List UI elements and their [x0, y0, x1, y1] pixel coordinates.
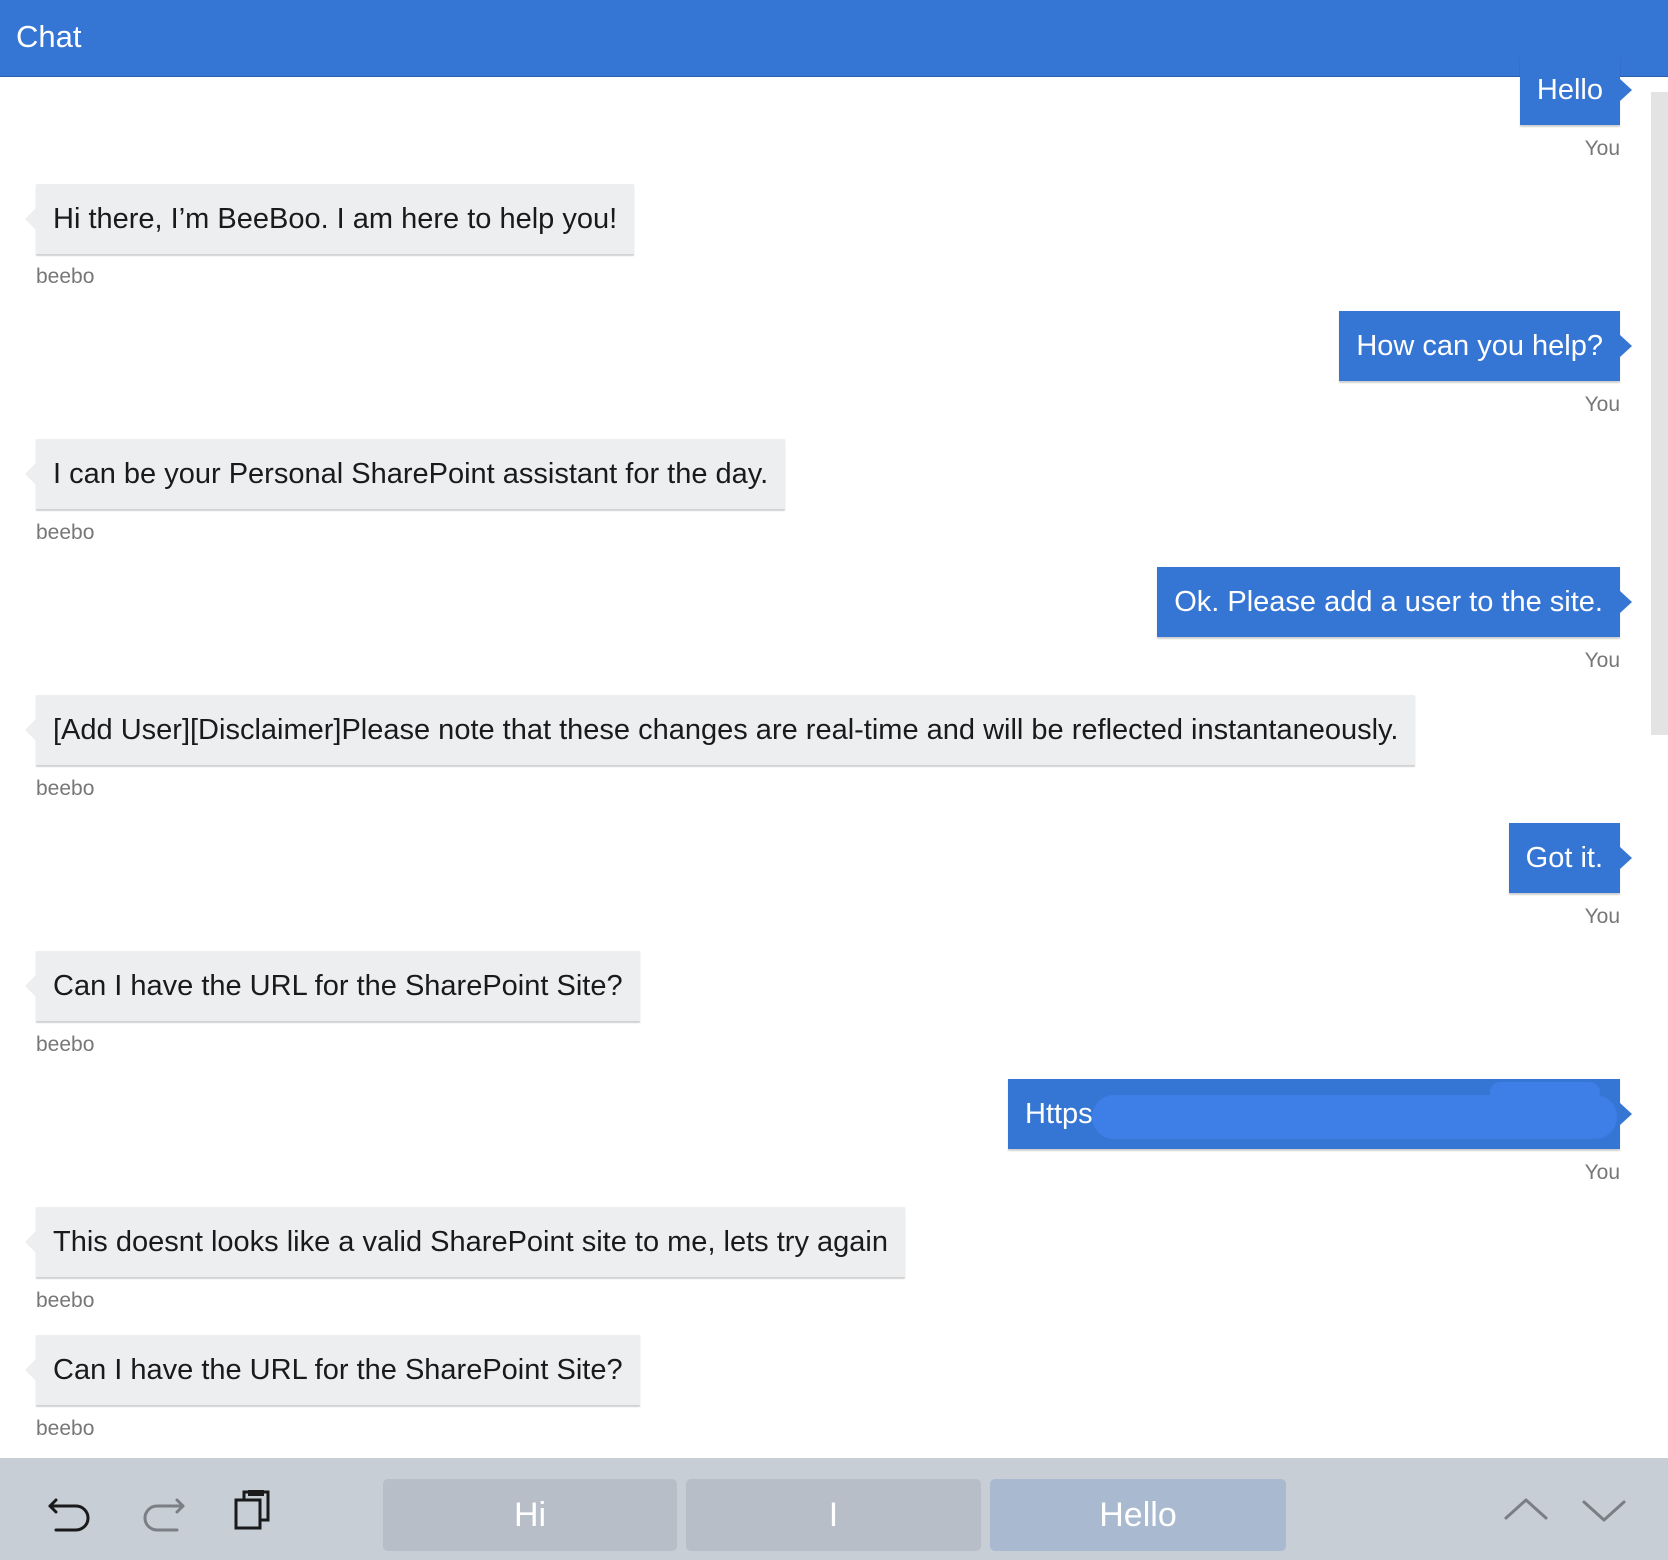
sender-label: You	[1584, 649, 1620, 672]
sender-label: beebo	[36, 1033, 95, 1056]
clipboard-icon[interactable]	[232, 1486, 280, 1534]
sender-label: You	[1584, 393, 1620, 416]
suggestion-label: Hello	[1099, 1496, 1177, 1534]
user-message-bubble: Ok. Please add a user to the site.	[1157, 567, 1632, 637]
sender-label: You	[1584, 137, 1620, 160]
sender-label: beebo	[36, 521, 95, 544]
message-text: I can be your Personal SharePoint assist…	[53, 458, 769, 490]
sender-label: You	[1584, 1161, 1620, 1184]
message-text: Ok. Please add a user to the site.	[1174, 586, 1603, 618]
bot-message-bubble: This doesnt looks like a valid SharePoin…	[25, 1207, 905, 1277]
sender-label: You	[1584, 905, 1620, 928]
sender-label: beebo	[36, 1289, 95, 1312]
scrollbar[interactable]	[1651, 92, 1668, 735]
user-message-bubble: Hello	[1519, 55, 1633, 125]
redo-icon[interactable]	[139, 1486, 187, 1534]
suggestion-i[interactable]: I	[686, 1479, 981, 1551]
undo-icon[interactable]	[46, 1486, 94, 1534]
message-text: [Add User][Disclaimer]Please note that t…	[53, 714, 1399, 746]
bot-message-bubble: Can I have the URL for the SharePoint Si…	[25, 1335, 640, 1405]
suggestion-hi[interactable]: Hi	[383, 1479, 677, 1551]
sender-label: beebo	[36, 265, 95, 288]
message-text: This doesnt looks like a valid SharePoin…	[53, 1226, 888, 1258]
message-text: Hello	[1536, 74, 1603, 106]
user-message-bubble: How can you help?	[1339, 311, 1632, 381]
message-text: Can I have the URL for the SharePoint Si…	[53, 1354, 623, 1386]
redaction-mark	[1490, 1082, 1600, 1102]
bot-message-bubble: [Add User][Disclaimer]Please note that t…	[24, 695, 1416, 765]
bot-message-bubble: I can be your Personal SharePoint assist…	[24, 439, 786, 509]
bot-message-bubble: Can I have the URL for the SharePoint Si…	[25, 951, 640, 1021]
chevron-down-icon[interactable]	[1580, 1486, 1628, 1534]
message-text: Hi there, I’m BeeBoo. I am here to help …	[53, 203, 618, 235]
user-message-bubble: Got it.	[1508, 823, 1633, 893]
suggestion-label: I	[828, 1496, 839, 1534]
bot-message-bubble: Hi there, I’m BeeBoo. I am here to help …	[24, 184, 635, 254]
suggestion-hello[interactable]: Hello	[990, 1479, 1286, 1551]
sender-label: beebo	[36, 1417, 95, 1440]
message-text: Can I have the URL for the SharePoint Si…	[53, 970, 623, 1002]
keyboard-toolbar: Hi I Hello	[0, 1458, 1668, 1560]
header-title: Chat	[16, 19, 82, 54]
sender-label: beebo	[36, 777, 95, 800]
message-text: How can you help?	[1356, 330, 1603, 362]
message-text: Got it.	[1525, 842, 1603, 874]
chat-header: Chat	[0, 0, 1668, 77]
chevron-up-icon[interactable]	[1502, 1486, 1550, 1534]
suggestion-label: Hi	[513, 1496, 547, 1534]
message-text: Https	[1025, 1098, 1093, 1130]
